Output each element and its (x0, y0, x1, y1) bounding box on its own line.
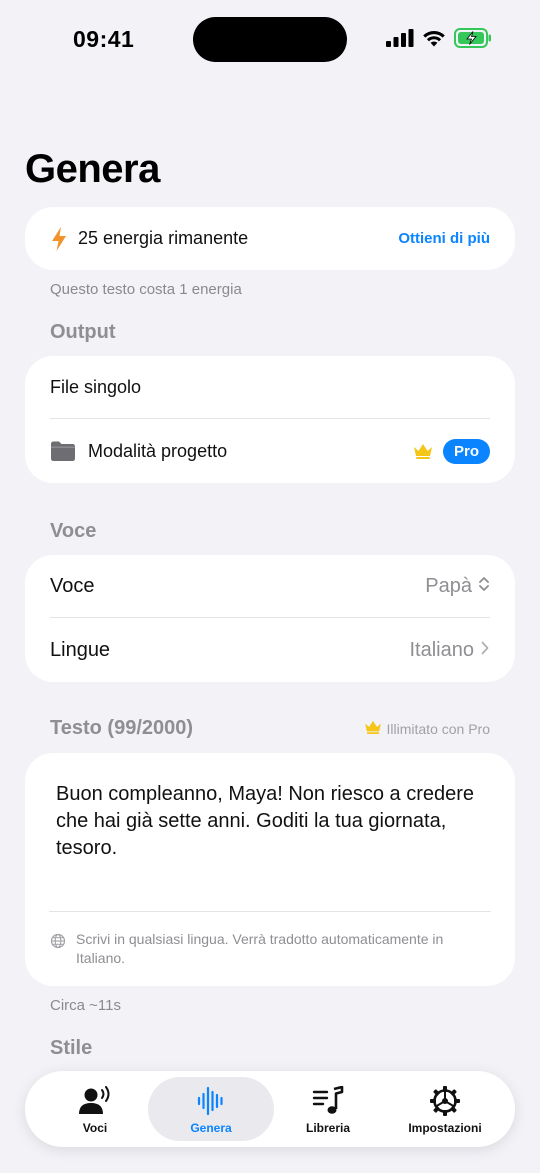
voice-value-group: Papà (425, 575, 490, 599)
unlimited-pro-note[interactable]: Illimitato con Pro (364, 720, 490, 737)
crown-icon (364, 720, 382, 737)
energy-remaining-text: 25 energia rimanente (78, 228, 249, 248)
music-list-icon (312, 1084, 344, 1118)
status-time: 09:41 (73, 26, 135, 52)
tab-genera-label: Genera (190, 1120, 232, 1135)
get-more-energy-button[interactable]: Ottieni di più (398, 230, 490, 247)
status-bar: 09:41 (0, 0, 540, 80)
page-title: Genera (25, 147, 160, 191)
style-section-title: Stile (50, 1037, 93, 1059)
output-card: File singolo Modalità progetto Pro (25, 356, 515, 483)
person-wave-icon (77, 1084, 113, 1118)
cellular-signal-icon (386, 29, 414, 52)
globe-icon (50, 933, 66, 949)
languages-label: Lingue (50, 638, 111, 661)
single-file-option[interactable]: File singolo (50, 356, 490, 419)
chevron-up-down-icon (478, 575, 490, 599)
tab-impostazioni-label: Impostazioni (408, 1120, 482, 1135)
translation-hint-text: Scrivi in qualsiasi lingua. Verrà tradot… (76, 931, 444, 966)
single-file-label: File singolo (50, 377, 142, 397)
duration-estimate: Circa ~11s (50, 997, 122, 1014)
tab-impostazioni[interactable]: Impostazioni (387, 1071, 503, 1147)
battery-charging-icon (454, 28, 492, 53)
tab-genera[interactable]: Genera (153, 1071, 269, 1147)
voice-selector-row[interactable]: Voce Papà (50, 555, 490, 618)
project-mode-label: Modalità progetto (88, 440, 228, 461)
languages-value-group: Italiano (410, 639, 491, 662)
voice-card: Voce Papà Lingue Italiano (25, 555, 515, 682)
tab-voci-label: Voci (82, 1120, 108, 1135)
status-icons (386, 28, 492, 53)
gear-icon (429, 1084, 461, 1118)
tab-libreria[interactable]: Libreria (270, 1071, 386, 1147)
wifi-icon (422, 29, 446, 52)
tab-bar: Voci Genera Libreria Impostazioni (25, 1071, 515, 1147)
crown-icon (413, 443, 433, 459)
energy-cost-note: Questo testo costa 1 energia (50, 281, 242, 298)
output-section-title: Output (50, 321, 116, 343)
text-input-content[interactable]: Buon compleanno, Maya! Non riesco a cred… (56, 781, 476, 862)
chevron-right-icon (480, 639, 490, 662)
voice-section-title: Voce (50, 520, 97, 542)
languages-row[interactable]: Lingue Italiano (50, 618, 490, 682)
voice-value: Papà (425, 575, 472, 597)
text-section-title: Testo (99/2000) (50, 717, 194, 739)
energy-card: 25 energia rimanente Ottieni di più (25, 207, 515, 270)
folder-icon (50, 440, 76, 462)
dynamic-island (193, 17, 347, 62)
tab-libreria-label: Libreria (305, 1120, 350, 1135)
voice-label: Voce (50, 575, 95, 597)
text-input-card[interactable]: Buon compleanno, Maya! Non riesco a cred… (25, 753, 515, 986)
lightning-bolt-icon (50, 226, 68, 252)
tab-voci[interactable]: Voci (37, 1071, 153, 1147)
divider (49, 911, 491, 912)
translation-hint: Scrivi in qualsiasi lingua. Verrà tradot… (50, 930, 486, 968)
project-mode-option[interactable]: Modalità progetto Pro (50, 419, 490, 483)
unlimited-pro-label: Illimitato con Pro (386, 720, 490, 737)
pro-badge[interactable]: Pro (442, 438, 490, 464)
waveform-icon (196, 1084, 226, 1118)
languages-value: Italiano (409, 638, 475, 661)
